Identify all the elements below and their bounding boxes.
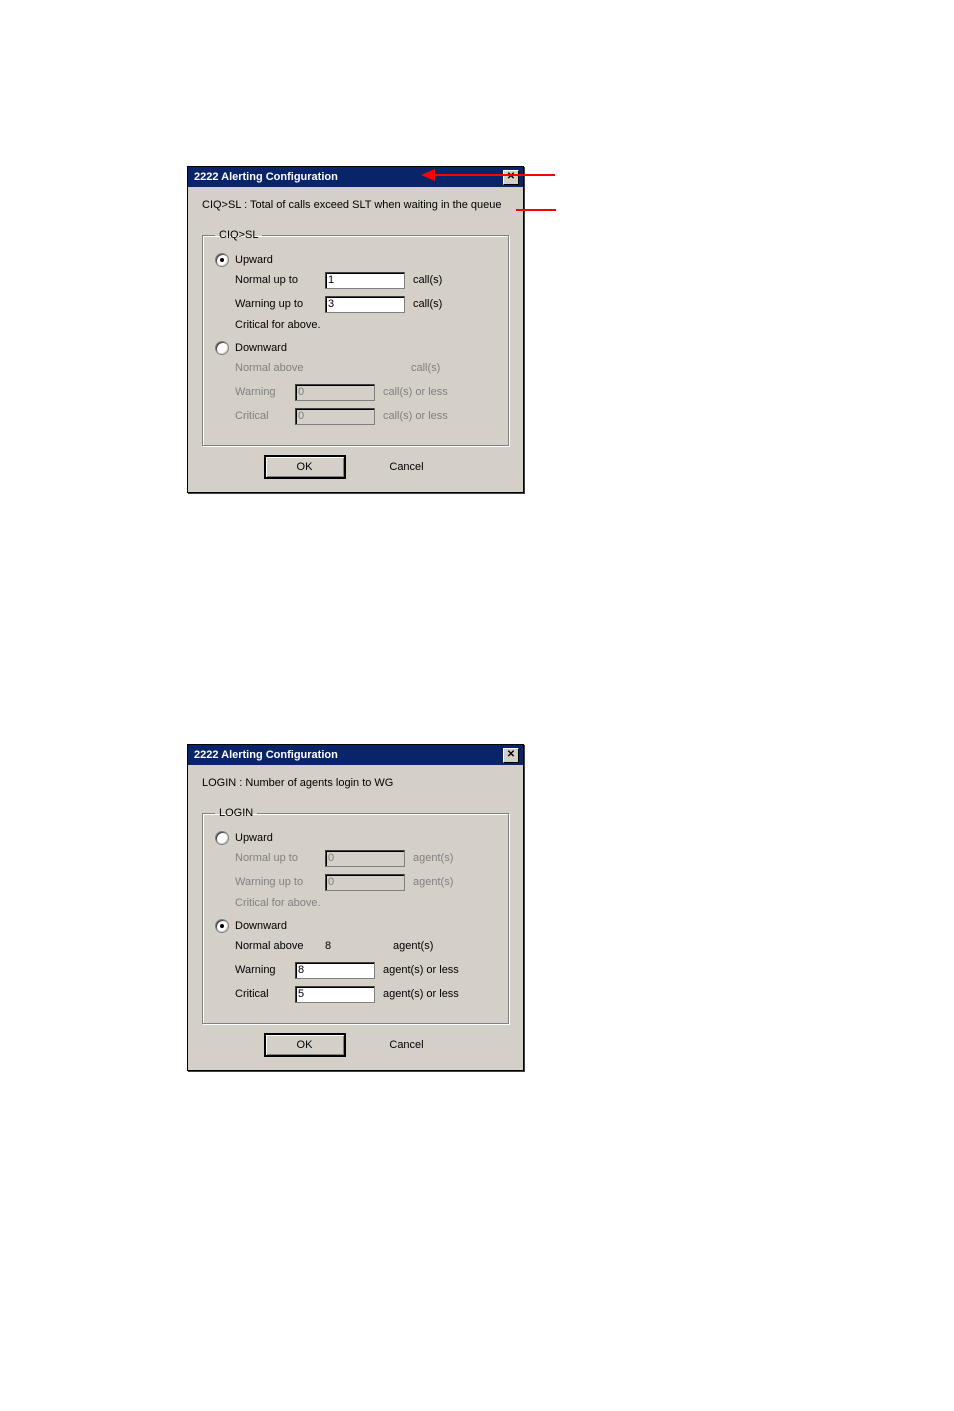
normal-up-to-input[interactable] xyxy=(325,272,405,289)
description-text: CIQ>SL : Total of calls exceed SLT when … xyxy=(202,199,509,211)
normal-above-unit: call(s) xyxy=(411,362,440,374)
window-title: 2222 Alerting Configuration xyxy=(194,171,338,183)
critical-for-above-label: Critical for above. xyxy=(235,897,496,909)
critical-down-input[interactable] xyxy=(295,986,375,1003)
alerting-config-dialog-ciqsl: 2222 Alerting Configuration ✕ CIQ>SL : T… xyxy=(187,166,524,493)
alerting-config-dialog-login: 2222 Alerting Configuration ✕ LOGIN : Nu… xyxy=(187,744,524,1071)
close-icon[interactable]: ✕ xyxy=(503,748,519,763)
close-icon[interactable]: ✕ xyxy=(503,170,519,185)
downward-radio[interactable] xyxy=(215,919,229,933)
ok-button[interactable]: OK xyxy=(265,456,345,478)
annotation-arrow-icon xyxy=(421,169,435,181)
normal-up-to-unit: call(s) xyxy=(413,274,442,286)
normal-up-to-input xyxy=(325,850,405,867)
titlebar[interactable]: 2222 Alerting Configuration ✕ xyxy=(188,745,523,765)
critical-down-unit: agent(s) or less xyxy=(383,988,459,1000)
normal-up-to-label: Normal up to xyxy=(235,852,325,864)
critical-down-label: Critical xyxy=(235,988,295,1000)
critical-down-input xyxy=(295,408,375,425)
normal-up-to-label: Normal up to xyxy=(235,274,325,286)
upward-radio-label: Upward xyxy=(235,832,273,844)
warning-down-input[interactable] xyxy=(295,962,375,979)
annotation-line xyxy=(435,174,555,176)
upward-radio-row[interactable]: Upward xyxy=(215,831,496,845)
ok-button[interactable]: OK xyxy=(265,1034,345,1056)
cancel-button[interactable]: Cancel xyxy=(367,456,447,478)
cancel-button[interactable]: Cancel xyxy=(367,1034,447,1056)
normal-up-to-unit: agent(s) xyxy=(413,852,453,864)
login-group: LOGIN Upward Normal up to agent(s) Warni… xyxy=(202,807,509,1024)
normal-above-label: Normal above xyxy=(235,940,325,952)
upward-radio-row[interactable]: Upward xyxy=(215,253,496,267)
critical-down-label: Critical xyxy=(235,410,295,422)
warning-up-to-label: Warning up to xyxy=(235,876,325,888)
warning-up-to-unit: agent(s) xyxy=(413,876,453,888)
warning-down-label: Warning xyxy=(235,386,295,398)
warning-up-to-unit: call(s) xyxy=(413,298,442,310)
normal-above-unit: agent(s) xyxy=(393,940,433,952)
upward-radio[interactable] xyxy=(215,831,229,845)
warning-up-to-label: Warning up to xyxy=(235,298,325,310)
annotation-line xyxy=(516,209,556,211)
downward-radio-label: Downward xyxy=(235,342,287,354)
warning-up-to-input xyxy=(325,874,405,891)
upward-radio[interactable] xyxy=(215,253,229,267)
warning-down-unit: agent(s) or less xyxy=(383,964,459,976)
warning-down-input xyxy=(295,384,375,401)
ciqsl-group: CIQ>SL Upward Normal up to call(s) Warni… xyxy=(202,229,509,446)
group-legend: CIQ>SL xyxy=(215,229,262,241)
description-text: LOGIN : Number of agents login to WG xyxy=(202,777,509,789)
downward-radio-row[interactable]: Downward xyxy=(215,919,496,933)
group-legend: LOGIN xyxy=(215,807,257,819)
upward-radio-label: Upward xyxy=(235,254,273,266)
downward-radio-label: Downward xyxy=(235,920,287,932)
downward-radio-row[interactable]: Downward xyxy=(215,341,496,355)
critical-down-unit: call(s) or less xyxy=(383,410,448,422)
titlebar[interactable]: 2222 Alerting Configuration ✕ xyxy=(188,167,523,187)
normal-above-value: 8 xyxy=(325,940,385,952)
critical-for-above-label: Critical for above. xyxy=(235,319,496,331)
window-title: 2222 Alerting Configuration xyxy=(194,749,338,761)
warning-up-to-input[interactable] xyxy=(325,296,405,313)
warning-down-unit: call(s) or less xyxy=(383,386,448,398)
normal-above-label: Normal above xyxy=(235,362,325,374)
warning-down-label: Warning xyxy=(235,964,295,976)
downward-radio[interactable] xyxy=(215,341,229,355)
